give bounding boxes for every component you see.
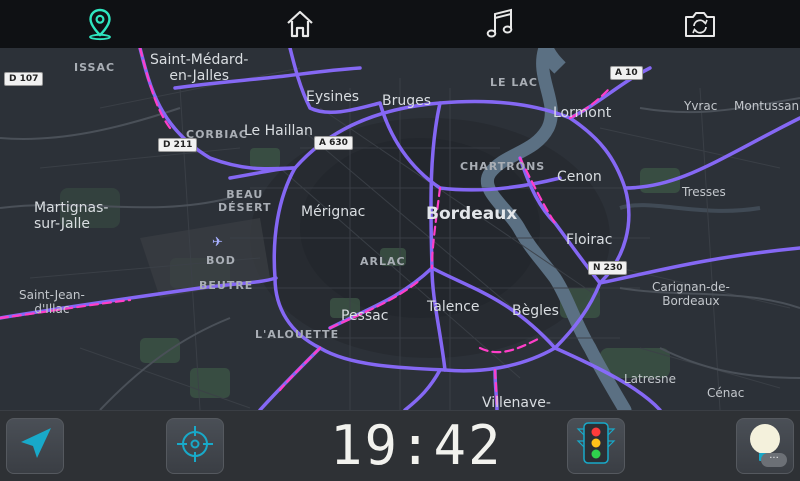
map-label-bordeaux: Bordeaux [426,204,518,224]
map-label-lormont: Lormont [553,105,612,121]
map-label-saint-jean-illac: Saint-Jean- d'Illac [19,288,85,316]
locate-button[interactable] [166,418,224,474]
map-label-beau-desert: BEAU DÉSERT [218,188,272,214]
map-label-beutre: BEUTRE [199,279,254,292]
map-label-eysines: Eysines [306,89,360,105]
map-label-le-haillan: Le Haillan [244,123,313,139]
map-label-pessac: Pessac [341,308,389,324]
map-label-issac: ISSAC [74,61,116,74]
map-label-martignas: Martignas- sur-Jalle [34,200,109,233]
map-label-talence: Talence [427,299,480,315]
map-pin-icon[interactable] [82,6,118,42]
road-shield-a10: A 10 [610,66,643,80]
map-label-latresne: Latresne [624,372,677,386]
map-label-begles: Bègles [512,303,559,319]
camera-rotate-icon[interactable] [682,6,718,42]
map-label-arlac: ARLAC [360,255,406,268]
road-shield-d211: D 211 [158,138,198,152]
clock-display: 19:42 [330,414,503,477]
traffic-light-icon [576,421,616,471]
airport-icon: ✈ [212,235,223,250]
more-options-icon[interactable]: ··· [761,453,787,467]
map-label-cenon: Cenon [557,169,602,185]
music-note-icon[interactable] [482,6,518,42]
map-label-villenave: Villenave- [482,395,551,410]
map-label-merignac: Mérignac [301,204,366,220]
map-label-le-lac: LE LAC [490,76,538,89]
road-shield-n230: N 230 [588,261,628,275]
map-label-saint-medard: Saint-Médard- en-Jalles [150,52,249,85]
traffic-button[interactable] [567,418,625,474]
map-view[interactable]: ISSAC Saint-Médard- en-Jalles Eysines Br… [0,48,800,410]
bottom-control-bar: 19:42 ··· [0,410,800,481]
road-shield-a630: A 630 [314,136,353,150]
map-label-chartrons: CHARTRONS [460,160,546,173]
map-label-yvrac: Yvrac [684,99,718,113]
road-shield-d107: D 107 [4,72,44,86]
crosshair-icon [175,424,215,468]
map-label-floirac: Floirac [566,232,613,248]
map-label-bruges: Bruges [382,93,432,109]
map-label-bod: BOD [206,254,236,267]
home-icon[interactable] [282,6,318,42]
map-label-alouette: L'ALOUETTE [255,328,340,341]
navigation-arrow-icon [15,424,55,468]
lights-button[interactable]: ··· [736,418,794,474]
navigate-button[interactable] [6,418,64,474]
map-label-montussan: Montussan [734,99,800,113]
map-label-tresses: Tresses [682,185,726,199]
map-label-cenac: Cénac [707,386,745,400]
map-label-carignan: Carignan-de- Bordeaux [652,280,730,308]
top-navigation-bar [0,0,800,48]
